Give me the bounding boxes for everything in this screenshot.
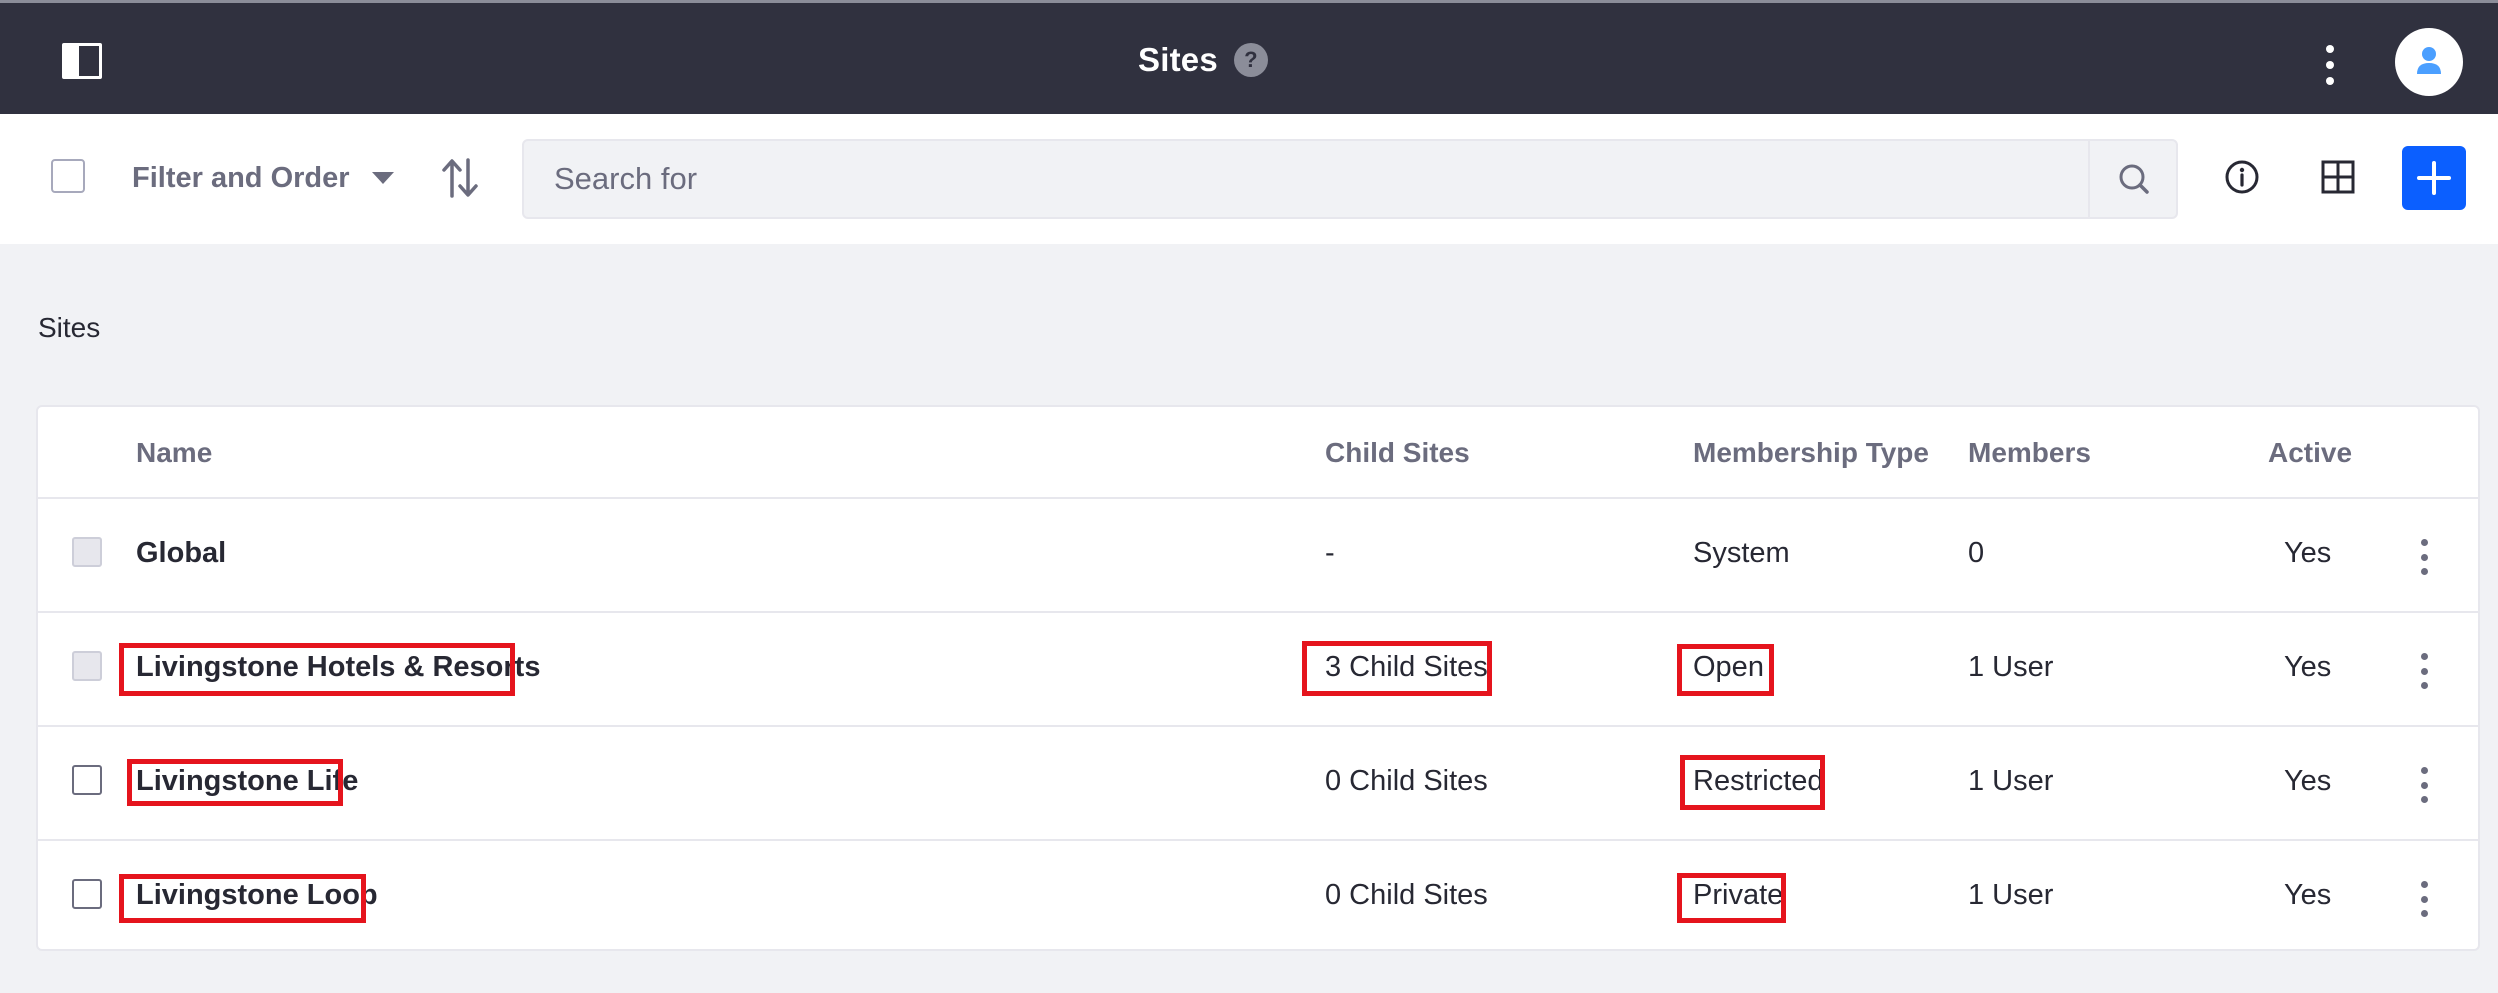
row-actions-icon[interactable] — [2416, 881, 2432, 917]
active-cell: Yes — [2284, 765, 2332, 797]
product-menu-icon[interactable] — [62, 43, 102, 79]
child-sites-cell: 0 Child Sites — [1325, 879, 1488, 911]
column-header-child-sites[interactable]: Child Sites — [1325, 437, 1470, 469]
child-sites-cell: 0 Child Sites — [1325, 765, 1488, 797]
membership-type-cell: System — [1693, 537, 1790, 569]
row-checkbox — [72, 651, 102, 681]
row-actions-icon[interactable] — [2416, 539, 2432, 575]
caret-down-icon — [371, 172, 394, 184]
cards-view-icon — [2321, 160, 2355, 194]
page-title: Sites — [1138, 41, 1218, 78]
info-button[interactable] — [2224, 159, 2260, 195]
filter-and-order-label: Filter and Order — [132, 161, 350, 194]
row-checkbox — [72, 537, 102, 567]
row-actions-icon[interactable] — [2416, 767, 2432, 803]
search-bar — [522, 139, 2178, 219]
search-input[interactable] — [554, 157, 2054, 201]
members-cell: 1 User — [1968, 651, 2054, 683]
add-site-button[interactable] — [2402, 146, 2466, 210]
help-icon[interactable]: ? — [1233, 43, 1268, 77]
highlight-box — [1677, 873, 1786, 923]
highlight-box — [1302, 641, 1492, 696]
options-menu-icon[interactable] — [2320, 45, 2340, 85]
members-cell: 1 User — [1968, 879, 2054, 911]
column-header-name[interactable]: Name — [136, 437, 212, 469]
table-row: Global - System 0 Yes — [38, 499, 2478, 613]
highlight-box — [119, 874, 366, 923]
column-header-active[interactable]: Active — [2268, 437, 2352, 469]
active-cell: Yes — [2284, 651, 2332, 683]
view-type-button[interactable] — [2320, 159, 2356, 195]
select-all-checkbox[interactable] — [51, 159, 85, 193]
site-name-link[interactable]: Global — [136, 537, 226, 570]
highlight-box — [127, 759, 343, 806]
management-toolbar: Filter and Order — [0, 114, 2498, 244]
row-checkbox[interactable] — [72, 765, 102, 795]
highlight-box — [1680, 755, 1825, 810]
members-cell: 0 — [1968, 537, 1985, 569]
row-actions-icon[interactable] — [2416, 653, 2432, 689]
child-sites-cell: - — [1325, 537, 1335, 569]
row-checkbox[interactable] — [72, 879, 102, 909]
highlight-box — [119, 643, 515, 696]
user-avatar[interactable] — [2395, 28, 2463, 96]
active-cell: Yes — [2284, 879, 2332, 911]
user-icon — [2417, 47, 2441, 74]
column-header-membership-type[interactable]: Membership Type — [1693, 437, 1929, 469]
table-row: Livingstone Loop 0 Child Sites Private 1… — [38, 841, 2478, 955]
table-header-row: Name Child Sites Membership Type Members… — [38, 407, 2478, 499]
active-cell: Yes — [2284, 537, 2332, 569]
app-header: Sites ? — [0, 0, 2498, 114]
info-circle-icon — [2225, 160, 2259, 194]
search-button[interactable] — [2088, 141, 2176, 217]
breadcrumb: Sites — [38, 312, 101, 343]
members-cell: 1 User — [1968, 765, 2054, 797]
highlight-box — [1677, 644, 1774, 696]
page-title-group: Sites ? — [1138, 35, 1268, 85]
filter-and-order-dropdown[interactable]: Filter and Order — [132, 158, 394, 198]
order-arrow-icon — [442, 158, 478, 198]
table-row: Livingstone Life 0 Child Sites Restricte… — [38, 727, 2478, 841]
column-header-members[interactable]: Members — [1968, 437, 2091, 469]
sort-order-button[interactable] — [440, 156, 480, 200]
plus-icon — [2417, 161, 2451, 195]
search-icon — [2119, 164, 2149, 194]
